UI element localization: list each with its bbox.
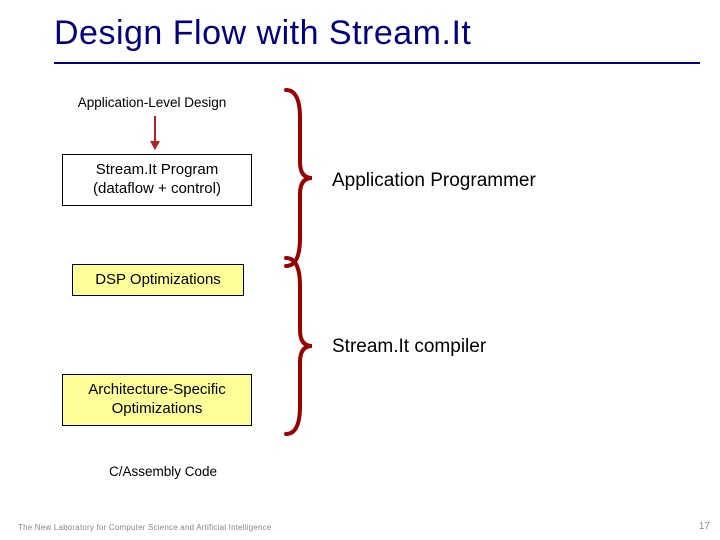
arrow-down-icon (154, 116, 156, 149)
brace-icon (276, 88, 316, 268)
annotation-streamit-compiler: Stream.It compiler (332, 336, 486, 358)
stage-c-assembly-code: C/Assembly Code (88, 460, 238, 484)
slide-title: Design Flow with Stream.It (54, 14, 471, 53)
title-underline (54, 62, 700, 64)
brace-icon (276, 256, 316, 436)
stage-dsp-optimizations: DSP Optimizations (72, 264, 244, 296)
footer-text: The New Laboratory for Computer Science … (18, 523, 272, 532)
stage-streamit-program: Stream.It Program (dataflow + control) (62, 154, 252, 206)
stage-label: Stream.It Program (dataflow + control) (93, 161, 221, 199)
stage-application-level-design: Application-Level Design (62, 90, 242, 116)
annotation-application-programmer: Application Programmer (332, 170, 536, 192)
stage-label: Architecture-Specific Optimizations (88, 381, 226, 419)
stage-architecture-specific-optimizations: Architecture-Specific Optimizations (62, 374, 252, 426)
stage-label: DSP Optimizations (95, 271, 221, 290)
page-number: 17 (699, 521, 710, 532)
